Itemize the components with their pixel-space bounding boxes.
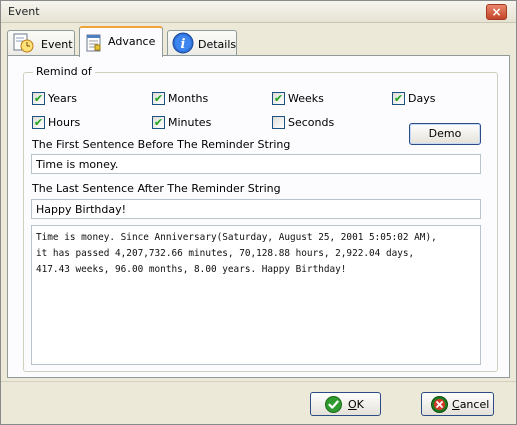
svg-text:i: i — [181, 37, 186, 52]
check-icon: ✔ — [152, 116, 165, 129]
close-button[interactable]: × — [486, 4, 507, 20]
clock-document-icon — [13, 33, 35, 53]
check-icon: ✔ — [32, 92, 45, 105]
info-icon: i — [172, 32, 194, 54]
cancel-label: Cancel — [452, 398, 489, 411]
checkbox-seconds-label: Seconds — [288, 116, 335, 129]
last-sentence-input[interactable]: Happy Birthday! — [31, 199, 481, 219]
cancel-mnemonic: C — [452, 398, 460, 411]
ok-mnemonic: O — [348, 398, 357, 411]
cancel-x-icon — [431, 396, 448, 413]
unchecked-box-icon — [272, 116, 285, 129]
checkbox-days-label: Days — [408, 92, 436, 105]
ok-label: OK — [348, 398, 364, 411]
checkbox-months-label: Months — [168, 92, 209, 105]
ok-check-icon — [325, 396, 342, 413]
ok-button[interactable]: OK — [310, 392, 381, 416]
tab-advance-label: Advance — [108, 35, 156, 48]
reminder-preview-text[interactable]: Time is money. Since Anniversary(Saturda… — [31, 225, 481, 365]
checkbox-hours-label: Hours — [48, 116, 81, 129]
check-icon: ✔ — [32, 116, 45, 129]
ok-label-rest: K — [356, 398, 364, 411]
cancel-label-rest: ancel — [459, 398, 490, 411]
checkbox-years-label: Years — [48, 92, 78, 105]
event-dialog: Event × Event Advance i Details Remind o… — [0, 0, 517, 425]
notepad-icon — [86, 33, 102, 53]
last-sentence-label: The Last Sentence After The Reminder Str… — [32, 182, 281, 195]
checkbox-weeks-label: Weeks — [288, 92, 324, 105]
check-icon: ✔ — [152, 92, 165, 105]
window-title: Event — [8, 5, 40, 18]
tab-details-label: Details — [198, 38, 237, 51]
tab-advance[interactable]: Advance — [79, 26, 163, 57]
remind-of-title: Remind of — [33, 65, 95, 78]
tab-event[interactable]: Event — [7, 30, 75, 55]
check-icon: ✔ — [272, 92, 285, 105]
check-icon: ✔ — [392, 92, 405, 105]
cancel-button[interactable]: Cancel — [421, 392, 494, 416]
checkbox-minutes-label: Minutes — [168, 116, 212, 129]
divider — [1, 381, 516, 382]
demo-button[interactable]: Demo — [409, 123, 481, 145]
first-sentence-input[interactable]: Time is money. — [31, 154, 481, 174]
tab-details[interactable]: i Details — [167, 30, 237, 55]
tab-event-label: Event — [41, 38, 73, 51]
title-bar[interactable]: Event × — [1, 1, 516, 23]
first-sentence-label: The First Sentence Before The Reminder S… — [32, 138, 291, 151]
